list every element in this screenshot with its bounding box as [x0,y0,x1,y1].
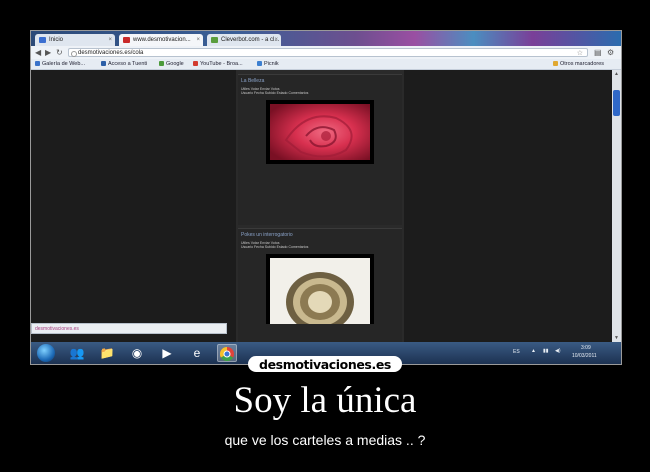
tab-desmotivaciones[interactable]: www.desmotivacion... × [119,34,203,46]
close-tab-icon[interactable]: × [196,34,200,46]
bookmark-youtube[interactable]: YouTube - Broa... [193,59,243,69]
users-icon[interactable]: 👥 [67,344,87,362]
object-image [270,258,370,332]
post-card: La Belleza Utiles Votar Enviar Votos Usu… [238,74,402,225]
poster-image[interactable] [266,100,374,164]
chrome-logo-icon [219,346,234,362]
address-bar[interactable]: desmotivaciones.es/cola ☆ [68,48,588,57]
media-player-icon[interactable]: ▶ [157,344,177,362]
back-arrow-icon[interactable]: ◀ [35,48,41,57]
post-title[interactable]: La Belleza [241,78,264,84]
tab-label: Inicio [49,37,64,43]
bookmark-label: Otros marcadores [560,61,605,67]
wrench-icon[interactable]: ⚙ [607,48,614,57]
poster-subline: que ve los carteles a medias .. ? [224,432,426,448]
bookmark-star-icon[interactable]: ☆ [577,49,583,58]
post-title[interactable]: Pokes un interrogatorio [241,232,293,238]
vertical-scrollbar[interactable]: ▲ ▼ [612,70,621,342]
page-icon [71,51,77,57]
bookmark-picnik[interactable]: Picnik [257,59,279,69]
post-card: Pokes un interrogatorio Utiles Votar Env… [238,228,402,343]
bookmark-icon [35,61,40,66]
tray-arrow-icon[interactable]: ▲ [531,348,536,354]
clock-date[interactable]: 10/03/2011 [572,353,597,359]
bookmark-icon [159,61,164,66]
reload-icon[interactable]: ↻ [56,48,63,57]
bookmark-tuenti[interactable]: Acceso a Tuenti [101,59,147,69]
network-icon[interactable]: ▮▮ [543,348,549,354]
bookmark-label: YouTube - Broa... [200,61,243,67]
bookmark-icon [257,61,262,66]
close-tab-icon[interactable]: × [108,34,112,46]
folder-icon[interactable]: 📁 [97,344,117,362]
tab-label: Cleverbot.com - a cl... [221,37,280,43]
rose-image [270,104,370,160]
bookmark-label: Galería de Web... [42,61,86,67]
posts-column: La Belleza Utiles Votar Enviar Votos Usu… [236,70,404,343]
logo-text: desmotivaciones.es [259,357,391,372]
post-meta: Usuario Fecha Subido Estado Comentarios [241,245,309,249]
clock-time[interactable]: 3:09 [581,345,591,351]
browser-tab-bar: Inicio × www.desmotivacion... × Cleverbo… [31,31,621,46]
media-icon[interactable]: ◉ [127,344,147,362]
tab-cleverbot[interactable]: Cleverbot.com - a cl... × [207,34,281,46]
chrome-icon[interactable] [217,344,237,362]
bookmark-label: Acceso a Tuenti [108,61,148,67]
scroll-down-arrow-icon[interactable]: ▼ [612,334,621,342]
bookmark-galeria[interactable]: Galería de Web... [35,59,85,69]
page-content: La Belleza Utiles Votar Enviar Votos Usu… [31,70,621,343]
scrollbar-thumb[interactable] [613,90,620,116]
internet-explorer-icon[interactable]: e [187,344,207,362]
screenshot-frame: Inicio × www.desmotivacion... × Cleverbo… [30,30,622,365]
status-text: desmotivaciones.es [35,326,79,332]
close-tab-icon[interactable]: × [274,34,278,46]
poster-headline: Soy la única [233,380,417,421]
tab-favicon-icon [211,37,218,43]
bookmark-otros[interactable]: Otros marcadores [553,59,604,69]
tab-label: www.desmotivacion... [133,37,191,43]
folder-icon [553,61,558,66]
post-meta: Usuario Fecha Subido Estado Comentarios [241,91,309,95]
language-indicator[interactable]: ES [513,349,520,355]
start-button[interactable] [37,344,55,362]
status-bar: desmotivaciones.es [31,323,227,334]
url-text: desmotivaciones.es/cola [78,50,144,56]
tab-favicon-icon [123,37,130,43]
tab-favicon-icon [39,37,46,43]
page-menu-icon[interactable]: ▤ [594,48,602,57]
bookmark-label: Picnik [264,61,279,67]
site-logo: desmotivaciones.es [248,356,402,372]
tab-inicio[interactable]: Inicio × [35,34,115,46]
volume-icon[interactable]: ◀) [555,348,561,354]
forward-arrow-icon[interactable]: ▶ [45,48,51,57]
bookmark-icon [193,61,198,66]
scroll-up-arrow-icon[interactable]: ▲ [612,70,621,78]
browser-toolbar: ◀ ▶ ↻ desmotivaciones.es/cola ☆ ▤ ⚙ [31,46,621,59]
bookmark-label: Google [166,61,184,67]
bookmark-icon [101,61,106,66]
poster-image[interactable] [266,254,374,332]
bookmarks-bar: Galería de Web... Acceso a Tuenti Google… [31,59,621,70]
bookmark-google[interactable]: Google [159,59,184,69]
